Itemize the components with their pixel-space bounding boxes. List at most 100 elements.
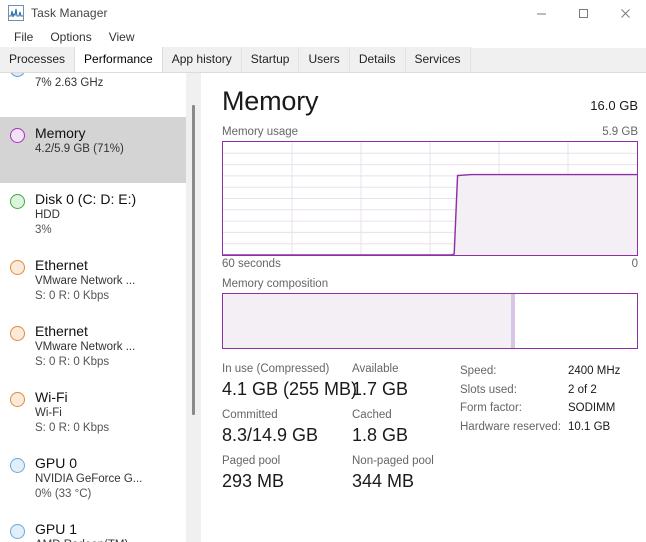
spec-row: Speed: 2400 MHz [460, 362, 638, 381]
sidebar-item-ethernet[interactable]: Ethernet VMware Network ... S: 0 R: 0 Kbps [0, 249, 186, 315]
spec-key: Hardware reserved: [460, 420, 561, 433]
tab-services[interactable]: Services [405, 47, 471, 72]
sidebar-item-detail: AMD Radeon(TM) ... [35, 538, 141, 542]
stat-committed-value: 8.3/14.9 GB [222, 425, 319, 445]
title-bar: Task Manager [0, 0, 646, 26]
usage-graph-caption-row: Memory usage 5.9 GB [222, 126, 638, 138]
usage-graph-svg [223, 142, 637, 255]
stat-in-use-value: 4.1 GB (255 MB) [222, 379, 358, 399]
spec-value: 2400 MHz [568, 365, 621, 377]
content-area: CPU7% 2.63 GHz Memory 4.2/5.9 GB (71%) Disk… [0, 73, 646, 542]
page-title: Memory [222, 86, 319, 116]
usage-graph-axis: 60 seconds 0 [222, 258, 638, 270]
task-manager-icon [8, 5, 24, 21]
sidebar-item-cpu[interactable]: CPU7% 2.63 GHz [0, 73, 186, 117]
sidebar-item-detail: 0% (33 °C) [35, 488, 92, 500]
memory-usage-graph [222, 141, 638, 256]
stat-row-committed: Committed 8.3/14.9 GB Cached 1.8 GB [222, 408, 454, 447]
tab-users[interactable]: Users [299, 47, 350, 72]
statistics-left-column: In use (Compressed) 4.1 GB (255 MB) Avai… [222, 362, 454, 500]
resource-indicator-icon [10, 260, 25, 275]
spec-key: Form factor: [460, 402, 522, 414]
sidebar-item-label: GPU 1 [35, 521, 78, 537]
close-icon[interactable] [604, 0, 646, 26]
axis-label-right: 0 [631, 258, 638, 270]
sidebar-item-wi-fi[interactable]: Wi-Fi Wi-Fi S: 0 R: 0 Kbps [0, 381, 186, 447]
window-controls [520, 0, 646, 26]
panel-header: Memory 16.0 GB [222, 85, 638, 117]
menu-item-view[interactable]: View [102, 28, 143, 46]
sidebar-item-label: Ethernet [35, 323, 88, 339]
sidebar-item-text: Ethernet VMware Network ... S: 0 R: 0 Kbps [35, 323, 135, 370]
tab-strip: Processes Performance App history Startu… [0, 47, 646, 73]
sidebar-item-gpu-1[interactable]: GPU 1AMD Radeon(TM) ... [0, 513, 186, 542]
sidebar-item-label: Disk 0 (C: D: E:) [35, 191, 137, 207]
total-memory-value: 16.0 GB [590, 98, 638, 113]
stat-cached-value: 1.8 GB [352, 425, 409, 445]
sidebar-item-detail: VMware Network ... [35, 275, 136, 287]
sidebar-item-label: Ethernet [35, 257, 88, 273]
sidebar-item-detail: 3% [35, 224, 52, 236]
resource-indicator-icon [10, 524, 25, 539]
tab-startup[interactable]: Startup [241, 47, 300, 72]
minimize-icon[interactable] [520, 0, 562, 26]
sidebar-item-text: CPU7% 2.63 GHz [35, 73, 103, 91]
sidebar-item-detail: VMware Network ... [35, 341, 136, 353]
maximize-icon[interactable] [562, 0, 604, 26]
tab-processes[interactable]: Processes [0, 47, 76, 72]
sidebar-item-detail: S: 0 R: 0 Kbps [35, 290, 110, 302]
stat-non-paged-pool-label: Non-paged pool [352, 455, 434, 467]
usage-graph-label: Memory usage [222, 126, 299, 138]
spec-row: Form factor: SODIMM [460, 399, 638, 418]
sidebar-item-text: GPU 0 NVIDIA GeForce G... 0% (33 °C) [35, 455, 142, 502]
spec-row: Hardware reserved: 10.1 GB [460, 418, 638, 437]
window-title: Task Manager [31, 6, 108, 20]
composition-in-use-segment [223, 294, 511, 348]
tab-performance[interactable]: Performance [74, 47, 163, 72]
stat-row-pools: Paged pool 293 MB Non-paged pool 344 MB [222, 454, 454, 493]
sidebar-item-detail: 7% 2.63 GHz [35, 77, 104, 89]
tab-details[interactable]: Details [349, 47, 406, 72]
menu-item-file[interactable]: File [7, 28, 41, 46]
memory-statistics: In use (Compressed) 4.1 GB (255 MB) Avai… [222, 362, 638, 500]
sidebar-item-detail: HDD [35, 209, 60, 221]
spec-key: Slots used: [460, 383, 517, 396]
scrollbar-thumb[interactable] [192, 105, 195, 415]
sidebar-item-label: Wi-Fi [35, 389, 68, 405]
resource-indicator-icon [10, 194, 25, 209]
stat-paged-pool-label: Paged pool [222, 455, 281, 467]
sidebar-item-text: Disk 0 (C: D: E:) HDD 3% [35, 191, 136, 238]
spec-value: SODIMM [568, 402, 616, 414]
sidebar-item-detail: 4.2/5.9 GB (71%) [35, 143, 124, 155]
resource-indicator-icon [10, 458, 25, 473]
stat-available-label: Available [352, 363, 399, 375]
sidebar-item-ethernet[interactable]: Ethernet VMware Network ... S: 0 R: 0 Kbps [0, 315, 186, 381]
stat-cached-label: Cached [352, 409, 392, 421]
sidebar-item-detail: S: 0 R: 0 Kbps [35, 356, 110, 368]
stat-cached: Cached 1.8 GB [352, 408, 452, 447]
sidebar-item-label: Memory [35, 125, 86, 141]
sidebar-item-detail: NVIDIA GeForce G... [35, 473, 143, 485]
sidebar-scrollbar[interactable] [186, 73, 201, 542]
sidebar-item-text: Wi-Fi Wi-Fi S: 0 R: 0 Kbps [35, 389, 109, 436]
tab-app-history[interactable]: App history [162, 47, 242, 72]
resource-indicator-icon [10, 128, 25, 143]
memory-specifications: Speed: 2400 MHz Slots used: 2 of 2 Form fact… [454, 362, 638, 500]
stat-paged-pool: Paged pool 293 MB [222, 454, 352, 493]
sidebar-item-detail: S: 0 R: 0 Kbps [35, 422, 110, 434]
resource-list: CPU7% 2.63 GHz Memory 4.2/5.9 GB (71%) Disk… [0, 73, 186, 542]
menu-item-options[interactable]: Options [43, 28, 99, 46]
sidebar-item-disk-0-c-d-e[interactable]: Disk 0 (C: D: E:) HDD 3% [0, 183, 186, 249]
performance-detail-panel: Memory 16.0 GB Memory usage 5.9 GB 60 se… [201, 73, 646, 542]
spec-value: 10.1 GB [568, 420, 611, 433]
sidebar-item-memory[interactable]: Memory 4.2/5.9 GB (71%) [0, 117, 186, 183]
stat-available: Available 1.7 GB [352, 362, 452, 401]
spec-row: Slots used: 2 of 2 [460, 381, 638, 400]
stat-non-paged-pool: Non-paged pool 344 MB [352, 454, 452, 493]
sidebar-item-detail: Wi-Fi [35, 407, 62, 419]
sidebar-item-text: Ethernet VMware Network ... S: 0 R: 0 Kbps [35, 257, 135, 304]
stat-non-paged-pool-value: 344 MB [352, 471, 415, 491]
spec-value: 2 of 2 [568, 383, 597, 396]
sidebar-item-gpu-0[interactable]: GPU 0 NVIDIA GeForce G... 0% (33 °C) [0, 447, 186, 513]
memory-composition-label: Memory composition [222, 278, 329, 290]
